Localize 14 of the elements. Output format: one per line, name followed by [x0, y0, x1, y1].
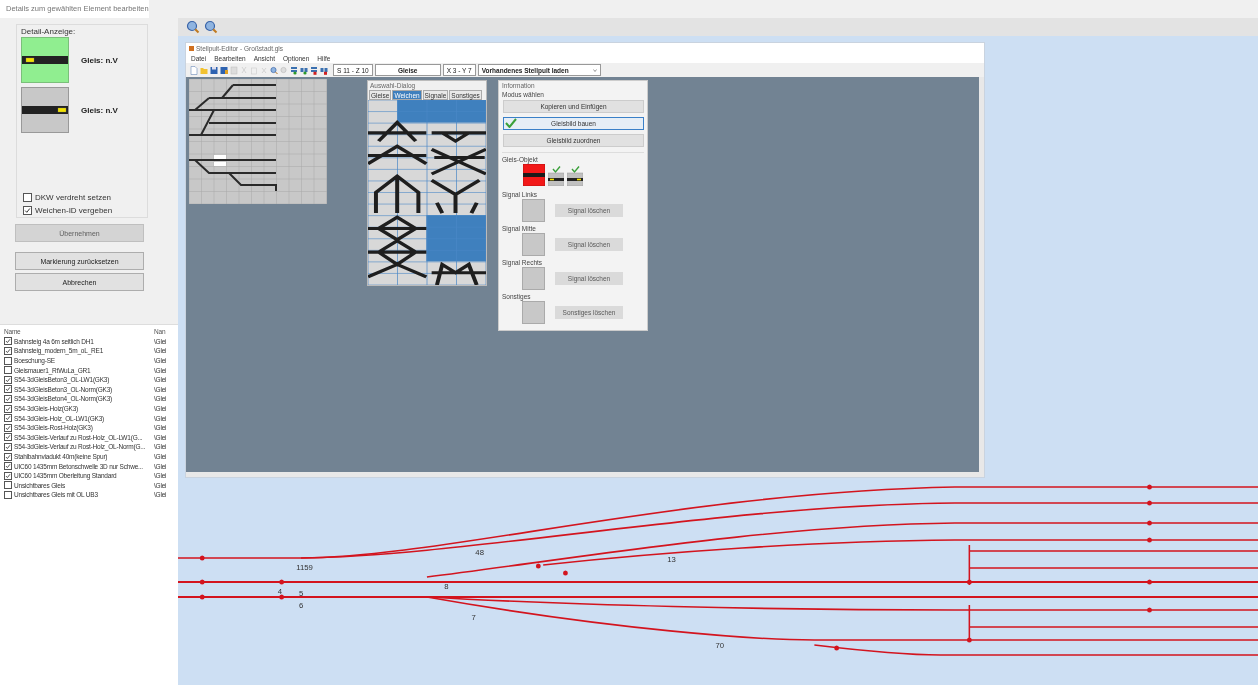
- track-number: 4: [277, 586, 283, 597]
- track-number: 7: [471, 612, 476, 623]
- track-label: Gleis: n.V: [81, 55, 118, 65]
- option-label: Weichen-ID vergeben: [35, 206, 113, 215]
- track-number: 5: [299, 588, 304, 599]
- track-label: Gleis: n.V: [81, 105, 118, 115]
- track-number: 6: [299, 600, 304, 611]
- track-number: 70: [715, 640, 725, 651]
- track-number: 48: [475, 547, 484, 558]
- track-number: 13: [667, 554, 676, 565]
- track-number: 8: [444, 581, 449, 592]
- group-heading: Detail-Anzeige:: [21, 27, 77, 36]
- track-number: 1159: [296, 562, 313, 573]
- option-label: DKW verdreht setzen: [35, 193, 112, 202]
